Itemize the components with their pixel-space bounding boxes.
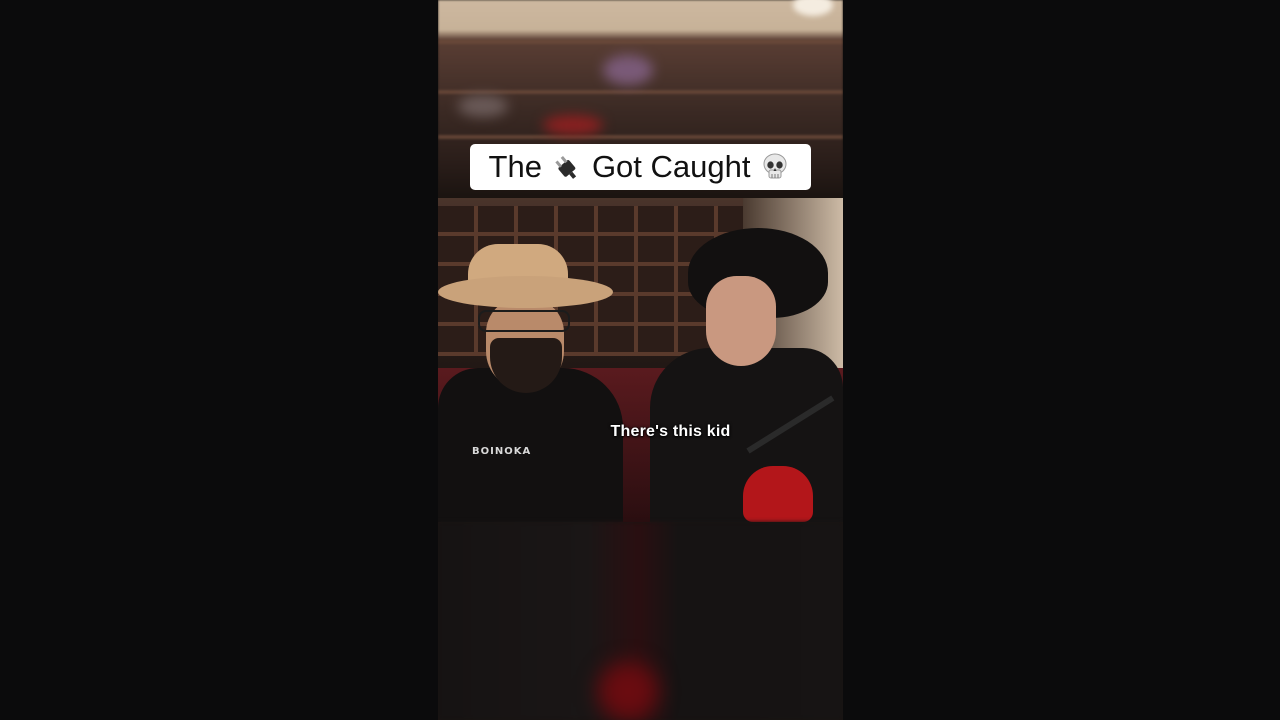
- title-text: The Got Caught: [489, 149, 793, 185]
- eyeglasses: [478, 310, 570, 332]
- shirt-print: BOINOKA: [472, 446, 532, 457]
- blurred-object: [458, 95, 508, 117]
- blurred-red-area: [598, 662, 658, 720]
- subtitle-caption: There's this kid: [610, 423, 731, 440]
- right-person-head: [706, 276, 776, 366]
- title-prefix: The: [488, 149, 542, 184]
- video-scene: BOINOKA: [438, 198, 843, 522]
- blurred-background-bottom: [438, 522, 843, 720]
- shelf-edge: [438, 135, 843, 139]
- blurred-object: [543, 115, 603, 135]
- title-suffix: Got Caught: [591, 149, 751, 184]
- shorts-player: BOINOKA The Got Caught There's this kid: [0, 0, 1280, 720]
- skull-icon: [758, 150, 792, 184]
- cowboy-hat-brim: [438, 276, 613, 308]
- red-glove: [743, 466, 813, 522]
- title-banner: The Got Caught: [470, 144, 811, 190]
- blurred-object: [603, 55, 653, 85]
- shelf-edge: [438, 90, 843, 94]
- shelf-edge: [438, 40, 843, 44]
- video-frame[interactable]: BOINOKA: [438, 0, 843, 720]
- electric-plug-icon: [550, 150, 584, 184]
